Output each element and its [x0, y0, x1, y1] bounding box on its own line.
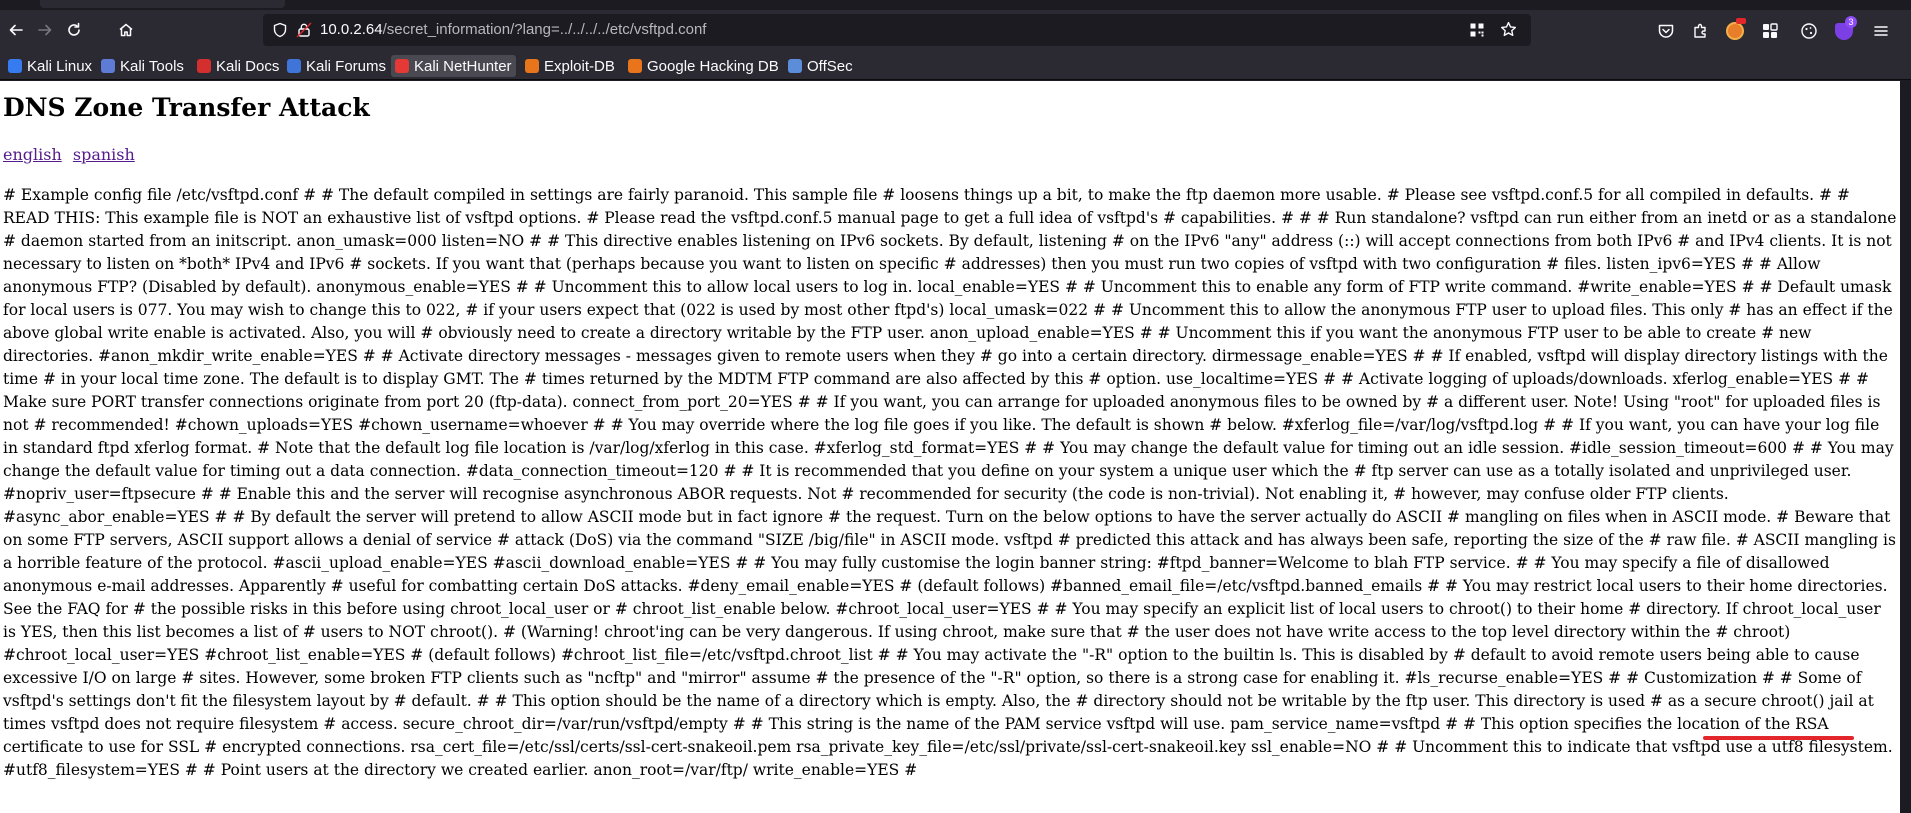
kali-dragon-icon — [8, 59, 22, 73]
address-bar[interactable]: 10.0.2.64/secret_information/?lang=../..… — [263, 14, 1531, 46]
url-text[interactable]: 10.0.2.64/secret_information/?lang=../..… — [320, 21, 706, 38]
kali-docs-icon — [197, 59, 211, 73]
page-info-icon[interactable] — [296, 22, 312, 38]
url-host: 10.0.2.64 — [320, 21, 383, 38]
offsec-icon — [788, 59, 802, 73]
reload-icon — [68, 22, 80, 36]
bookmark-kali-docs[interactable]: Kali Docs — [193, 55, 283, 77]
bookmark-label: Kali Forums — [306, 57, 387, 75]
bookmark-label: Kali Tools — [120, 57, 184, 75]
qr-code-icon[interactable] — [1469, 22, 1485, 38]
bookmark-star-icon[interactable] — [1500, 21, 1517, 38]
forward-button[interactable] — [31, 16, 59, 44]
bookmark-label: OffSec — [807, 57, 853, 75]
extension-badge: 3 — [1845, 16, 1857, 28]
kali-tools-icon — [101, 59, 115, 73]
tab-strip — [0, 0, 1911, 10]
home-icon — [119, 23, 133, 37]
bookmark-label: Exploit-DB — [544, 57, 615, 75]
back-button[interactable] — [2, 16, 30, 44]
bookmark-label: Google Hacking DB — [647, 57, 779, 75]
bookmark-offsec[interactable]: OffSec — [784, 55, 857, 77]
bookmark-label: Kali Linux — [27, 57, 93, 75]
arrow-right-icon — [38, 24, 52, 36]
pocket-icon[interactable] — [1657, 22, 1675, 40]
cookie-icon[interactable] — [1800, 22, 1818, 40]
reload-button[interactable] — [60, 16, 88, 44]
bookmarks-toolbar: Kali Linux Kali Tools Kali Docs Kali For… — [0, 50, 1911, 80]
highlight-underline — [1703, 736, 1854, 740]
bookmark-label: Kali NetHunter — [414, 57, 512, 75]
bookmark-kali-nethunter[interactable]: Kali NetHunter — [391, 55, 516, 77]
bookmark-google-hacking-db[interactable]: Google Hacking DB — [624, 55, 783, 77]
active-tab[interactable] — [40, 0, 285, 8]
navigation-toolbar: 10.0.2.64/secret_information/?lang=../..… — [0, 10, 1911, 50]
lang-link-english[interactable]: english — [3, 145, 62, 164]
kali-forums-icon — [287, 59, 301, 73]
bookmark-kali-tools[interactable]: Kali Tools — [97, 55, 188, 77]
bookmark-kali-forums[interactable]: Kali Forums — [283, 55, 390, 77]
extensions-icon[interactable] — [1692, 22, 1710, 40]
ghdb-icon — [628, 59, 642, 73]
arrow-left-icon — [9, 24, 23, 36]
bookmark-kali-linux[interactable]: Kali Linux — [4, 55, 96, 77]
page-title: DNS Zone Transfer Attack — [3, 93, 370, 122]
bookmark-exploit-db[interactable]: Exploit-DB — [521, 55, 619, 77]
home-button[interactable] — [112, 16, 140, 44]
fox-extension-icon[interactable] — [1726, 22, 1744, 40]
lang-link-spanish[interactable]: spanish — [73, 145, 135, 164]
notification-badge — [1736, 18, 1746, 24]
nethunter-icon — [395, 59, 409, 73]
page-viewport: DNS Zone Transfer Attack english spanish… — [0, 81, 1900, 813]
shield-icon[interactable] — [272, 22, 288, 38]
container-tabs-icon[interactable] — [1761, 22, 1779, 40]
language-links: english spanish — [3, 145, 141, 164]
exploit-db-icon — [525, 59, 539, 73]
url-path: /secret_information/?lang=../../../../et… — [382, 21, 707, 38]
menu-icon[interactable] — [1872, 22, 1890, 40]
scrollbar[interactable] — [1900, 81, 1911, 813]
bookmark-label: Kali Docs — [216, 57, 280, 75]
included-file-content: # Example config file /etc/vsftpd.conf #… — [3, 186, 1897, 779]
